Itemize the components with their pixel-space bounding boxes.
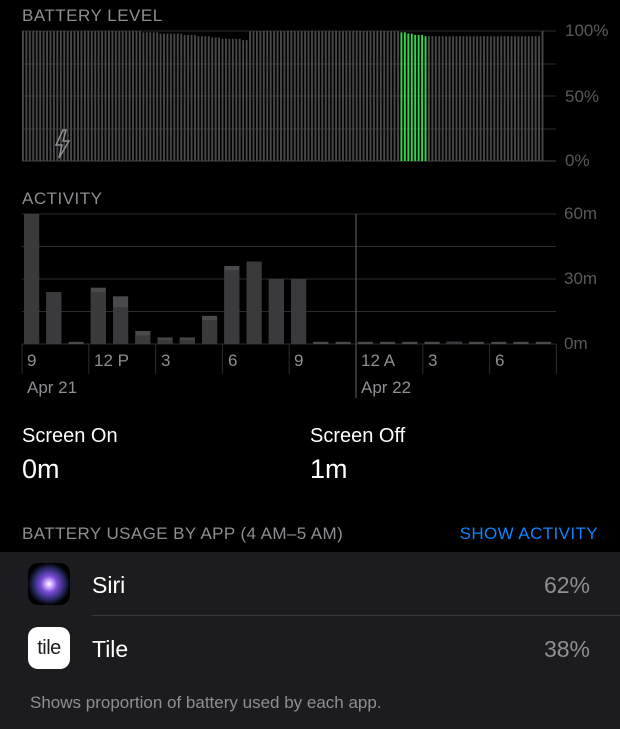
screen-on-label: Screen On — [22, 425, 118, 447]
time-tick-9pm: 9 — [294, 351, 304, 370]
footer: Shows proportion of battery used by each… — [0, 680, 620, 729]
app-name-siri: Siri — [92, 572, 126, 598]
activity-bar-total — [424, 341, 440, 344]
screen-on-value: 0m — [22, 454, 60, 484]
tile-icon-text: tile — [37, 636, 61, 659]
time-tick-3am: 3 — [428, 351, 438, 370]
activity-bar-screen-on — [46, 292, 62, 344]
app-row-tile[interactable]: tile Tile 38% — [0, 616, 620, 680]
activity-axis-30m: 30m — [564, 269, 598, 288]
activity-bar-screen-on — [291, 279, 307, 344]
screen-off-label: Screen Off — [310, 425, 406, 447]
activity-bar-screen-on — [24, 214, 40, 344]
activity-bar-screen-on — [268, 279, 284, 344]
time-tick-12am: 12 A — [361, 351, 396, 370]
activity-bar-total — [313, 341, 329, 344]
time-tick-9am: 9 — [27, 351, 37, 370]
activity-bar-screen-on — [90, 292, 106, 344]
time-tick-6am: 6 — [495, 351, 505, 370]
activity-bar-screen-on — [202, 320, 218, 344]
app-percent-siri: 62% — [543, 572, 590, 598]
activity-bar-screen-on — [179, 339, 195, 344]
footer-text: Shows proportion of battery used by each… — [30, 693, 382, 712]
activity-bar-screen-on — [113, 307, 129, 344]
time-tick-12pm: 12 P — [94, 351, 129, 370]
activity-bar-screen-on — [446, 341, 462, 344]
activity-bar-screen-on — [224, 270, 240, 344]
activity-bar-total — [402, 341, 418, 344]
activity-bar-total — [513, 341, 529, 344]
activity-bar-total — [357, 341, 373, 344]
activity-bar-total — [335, 341, 351, 344]
activity-bar-screen-on — [246, 261, 262, 344]
time-tick-3pm: 3 — [161, 351, 171, 370]
usage-header: BATTERY USAGE BY APP (4 AM–5 AM) — [22, 524, 344, 543]
activity-bar-screen-on — [135, 335, 151, 344]
tile-icon: tile — [28, 627, 70, 669]
time-tick-6pm: 6 — [228, 351, 238, 370]
siri-icon — [28, 563, 70, 605]
date-label-apr22: Apr 22 — [361, 378, 412, 397]
activity-bar-total — [535, 341, 551, 344]
app-name-tile: Tile — [92, 636, 129, 662]
activity-bar-screen-on — [157, 339, 173, 344]
activity-bar-total — [68, 341, 84, 344]
show-activity-button[interactable]: SHOW ACTIVITY — [460, 524, 598, 544]
screen-off-value: 1m — [310, 454, 348, 484]
app-percent-tile: 38% — [543, 636, 590, 662]
app-row-siri[interactable]: Siri 62% — [0, 552, 620, 616]
activity-axis-60m: 60m — [564, 204, 598, 223]
date-label-apr21: Apr 21 — [27, 378, 78, 397]
activity-axis-0m: 0m — [564, 334, 588, 353]
activity-bar-total — [469, 341, 485, 344]
activity-bar-total — [491, 341, 507, 344]
activity-bar-total — [380, 341, 396, 344]
